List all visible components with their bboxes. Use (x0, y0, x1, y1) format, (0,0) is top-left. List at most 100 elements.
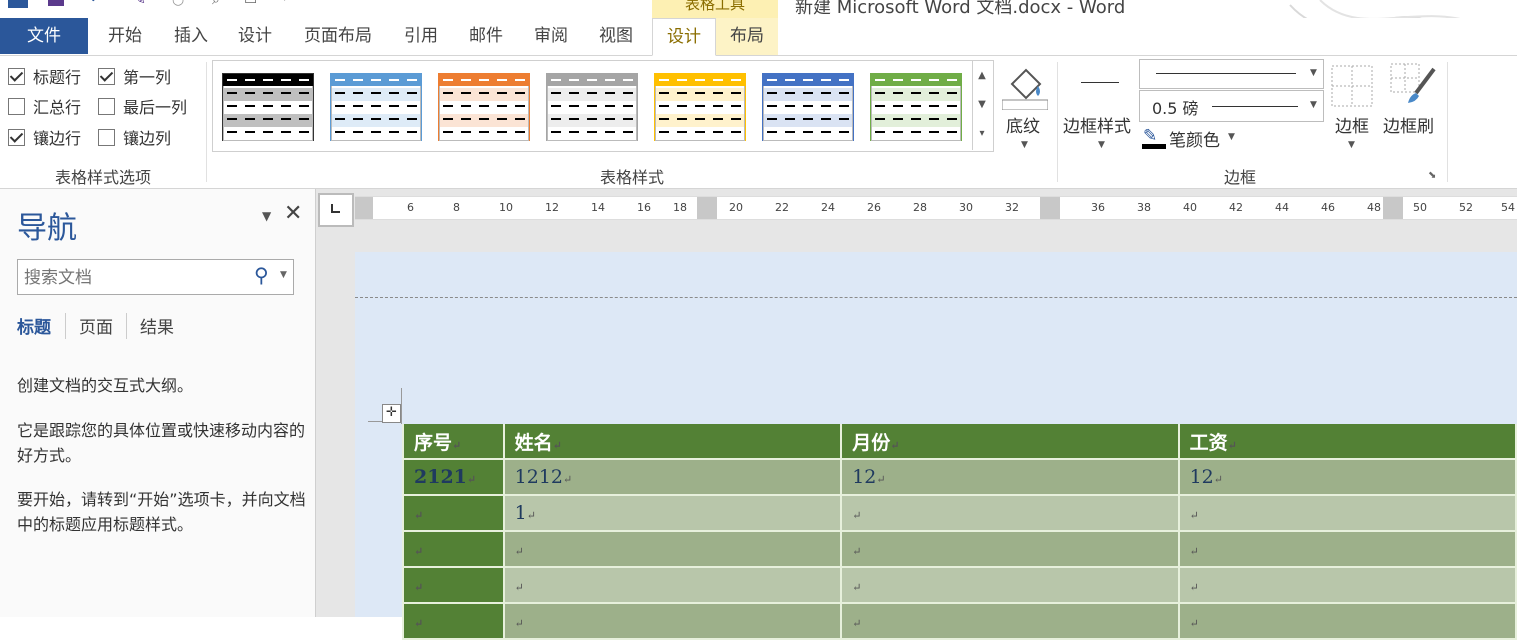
table-cell[interactable]: ↵ (502, 566, 843, 604)
table-cell[interactable]: 2121↵ (402, 458, 505, 496)
table-move-handle-icon[interactable]: ✛ (382, 404, 401, 423)
tab-review[interactable]: 审阅 (522, 18, 580, 54)
table-cell[interactable]: 12↵ (1177, 458, 1517, 496)
border-styles-button[interactable]: 边框样式 (1063, 112, 1131, 137)
border-painter-button[interactable]: 边框刷 (1383, 112, 1434, 137)
table-cell[interactable]: ↵ (840, 566, 1180, 604)
gallery-scroll-down-button[interactable]: ▼ (972, 90, 991, 119)
shading-bucket-icon[interactable] (1002, 62, 1048, 110)
pen-color-dropdown-icon[interactable]: ▼ (1228, 132, 1235, 142)
checkbox-total-row[interactable]: 汇总行 (8, 94, 81, 118)
search-input[interactable] (22, 262, 246, 294)
checkbox-first-column[interactable]: 第一列 (98, 64, 171, 88)
pen-color-icon[interactable]: ✎ (1141, 126, 1167, 150)
new-doc-icon[interactable]: ▭ (244, 0, 257, 8)
checkbox-last-column[interactable]: 最后一列 (98, 94, 187, 118)
save-icon[interactable] (48, 0, 64, 6)
border-styles-dropdown-icon[interactable]: ▼ (1098, 140, 1105, 150)
tab-selector-button[interactable] (318, 193, 354, 227)
table-cell[interactable]: ↵ (402, 494, 505, 532)
tab-table-design[interactable]: 设计 (652, 18, 716, 56)
table-style-swatch[interactable] (870, 73, 962, 141)
tab-insert[interactable]: 插入 (162, 18, 220, 54)
redo-icon[interactable]: ○ (172, 0, 184, 8)
search-icon[interactable]: ⚲ (254, 263, 269, 287)
tab-mailings[interactable]: 邮件 (457, 18, 515, 54)
table-cell[interactable]: ↵ (840, 530, 1180, 568)
table-cell[interactable]: 1↵ (502, 494, 843, 532)
table-cell[interactable]: 12↵ (840, 458, 1180, 496)
horizontal-ruler[interactable]: 6 8 10 12 14 16 18 20 22 24 26 28 30 32 36 38 40 42 44 46 48… (355, 196, 1517, 220)
table-cell[interactable]: ↵ (402, 566, 505, 604)
table-style-swatch[interactable] (654, 73, 746, 141)
draw-table-icon[interactable]: ✎ (134, 0, 146, 8)
ruler-column-marker[interactable] (1383, 197, 1403, 219)
table-cell[interactable]: ↵ (502, 530, 843, 568)
table-style-swatch[interactable] (546, 73, 638, 141)
table-cell[interactable]: ↵ (502, 602, 843, 640)
line-weight-dropdown[interactable]: 0.5 磅 ▼ (1139, 90, 1324, 122)
nav-tab-pages[interactable]: 页面 (79, 313, 113, 338)
table-cell[interactable]: ↵ (840, 494, 1180, 532)
ruler-margin-shade (355, 197, 373, 219)
table-header-cell[interactable]: 月份↵ (840, 424, 1180, 460)
table-cell[interactable]: ↵ (1177, 566, 1517, 604)
table-header-cell[interactable]: 工资↵ (1177, 424, 1517, 460)
search-field[interactable]: ⚲ ▼ (17, 259, 294, 295)
data-table[interactable]: 序号↵ 姓名↵ 月份↵ 工资↵ 2121↵ 1212↵ 12↵ 12↵ ↵ 1↵ ↵ ↵ ↵ ↵ ↵ ↵ ↵ ↵ ↵… (402, 424, 1517, 640)
checkbox-label: 第一列 (123, 68, 172, 87)
close-icon[interactable]: ✕ (284, 201, 302, 226)
tab-file[interactable]: 文件 (0, 18, 88, 54)
table-header-cell[interactable]: 姓名↵ (502, 424, 843, 460)
border-painter-icon[interactable] (1390, 63, 1438, 109)
shading-button[interactable]: 底纹 (1006, 112, 1040, 137)
table-cell[interactable]: ↵ (1177, 494, 1517, 532)
customize-qat-icon[interactable]: ▾ (282, 0, 288, 4)
table-cell[interactable]: ↵ (1177, 602, 1517, 640)
tab-view[interactable]: 视图 (587, 18, 645, 54)
search-options-icon[interactable]: ▼ (280, 270, 287, 280)
table-cell[interactable]: ↵ (840, 602, 1180, 640)
table-style-swatch[interactable] (330, 73, 422, 141)
table-style-swatch[interactable] (438, 73, 530, 141)
checkbox-header-row[interactable]: 标题行 (8, 64, 81, 88)
table-cell[interactable]: ↵ (402, 602, 505, 640)
table-header-cell[interactable]: 序号↵ (402, 424, 505, 460)
gallery-scroll-up-button[interactable]: ▲ (972, 61, 991, 90)
table-cell[interactable]: ↵ (402, 530, 505, 568)
nav-tab-headings[interactable]: 标题 (17, 313, 51, 338)
table-style-swatch[interactable] (762, 73, 854, 141)
tab-design[interactable]: 设计 (226, 18, 284, 54)
table-style-swatch[interactable] (222, 73, 314, 141)
swatch-line (443, 92, 525, 94)
ruler-column-marker[interactable] (1040, 197, 1060, 219)
nav-pane-options-icon[interactable]: ▼ (262, 209, 271, 223)
shading-dropdown-icon[interactable]: ▼ (1021, 140, 1028, 150)
tab-table-layout[interactable]: 布局 (716, 18, 778, 54)
checkbox-label: 镶边行 (33, 129, 82, 148)
gallery-more-button[interactable]: ▾ (972, 119, 991, 150)
swatch-line (227, 118, 309, 120)
checkbox-banded-rows[interactable]: 镶边行 (8, 125, 81, 149)
borders-grid-icon[interactable] (1331, 65, 1373, 107)
table-cell[interactable]: ↵ (1177, 530, 1517, 568)
borders-dropdown-icon[interactable]: ▼ (1348, 140, 1355, 150)
tab-references[interactable]: 引用 (392, 18, 450, 54)
print-preview-icon[interactable]: ⌕ (212, 0, 220, 8)
borders-button[interactable]: 边框 (1335, 112, 1369, 137)
dialog-launcher-icon[interactable]: ⬊ (1428, 170, 1436, 181)
pen-color-button[interactable]: 笔颜色 (1169, 126, 1220, 151)
line-style-dropdown[interactable]: ▼ (1139, 59, 1324, 89)
ribbon-tabs: 文件 开始 插入 设计 页面布局 引用 邮件 审阅 视图 设计 布局 (0, 18, 1517, 56)
ruler-column-marker[interactable] (697, 197, 717, 219)
paragraph-mark-icon: ↵ (466, 473, 477, 486)
swatch-line (227, 79, 309, 81)
group-label-borders: 边框 (1223, 168, 1256, 187)
tab-home[interactable]: 开始 (96, 18, 154, 54)
nav-tab-results[interactable]: 结果 (140, 313, 174, 338)
checkbox-banded-columns[interactable]: 镶边列 (98, 125, 171, 149)
table-row: ↵ ↵ ↵ ↵ (402, 566, 1517, 604)
table-cell[interactable]: 1212↵ (502, 458, 843, 496)
tab-layout-page[interactable]: 页面布局 (292, 18, 384, 54)
undo-icon[interactable]: ↶ (90, 0, 102, 8)
